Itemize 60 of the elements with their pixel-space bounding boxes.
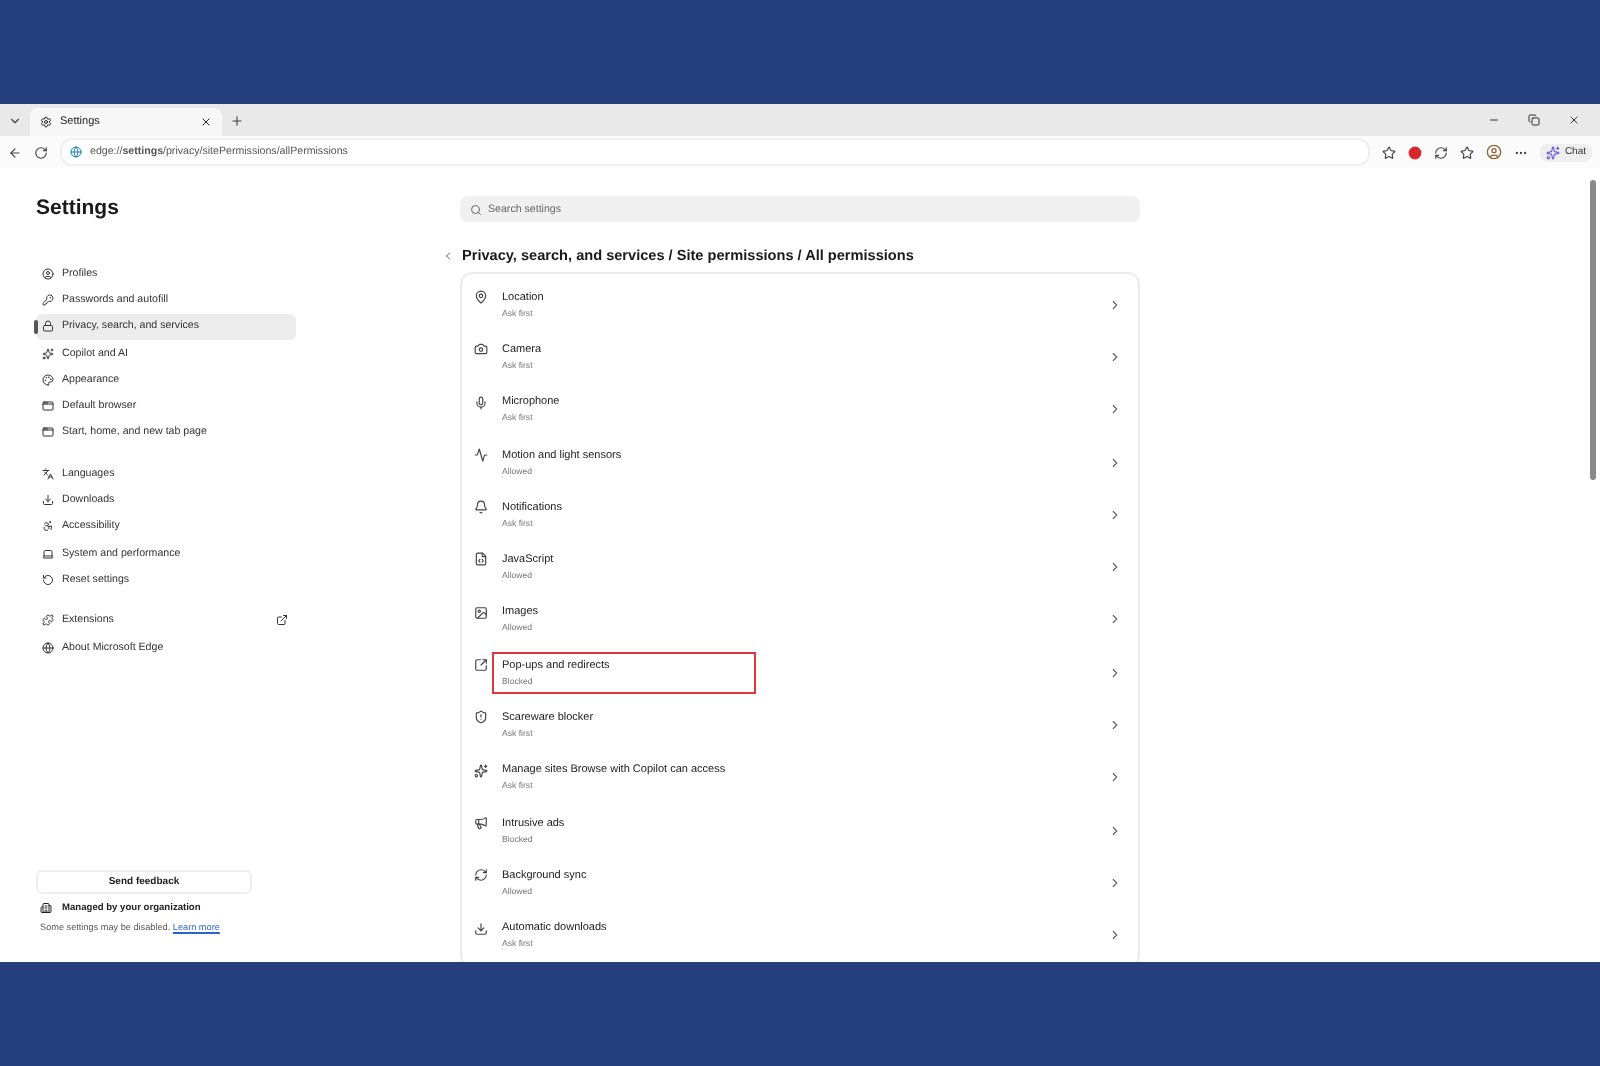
accessibility-icon xyxy=(42,520,54,533)
chevron-right-icon xyxy=(1108,402,1122,417)
sparkle-icon xyxy=(42,347,54,360)
building-icon xyxy=(40,902,52,914)
close-icon[interactable] xyxy=(1568,114,1580,126)
sync-icon xyxy=(474,868,488,883)
star-icon[interactable] xyxy=(1382,145,1397,159)
laptop-icon xyxy=(42,547,54,560)
chevron-right-icon xyxy=(1108,770,1122,785)
globe-icon xyxy=(70,146,82,158)
chevron-right-icon xyxy=(1108,349,1122,364)
globe-icon xyxy=(42,641,54,653)
new-tab-icon[interactable] xyxy=(230,113,244,127)
refresh-icon[interactable] xyxy=(34,145,48,159)
bell-icon xyxy=(474,500,488,515)
reset-icon xyxy=(42,573,54,586)
gear-icon xyxy=(40,116,52,128)
close-tab-icon[interactable] xyxy=(200,116,212,128)
lock-icon xyxy=(42,320,54,333)
scrollbar[interactable] xyxy=(1590,180,1596,480)
chevron-right-icon xyxy=(1108,455,1122,470)
puzzle-icon xyxy=(42,614,54,627)
download-icon xyxy=(42,494,54,507)
sparkle-icon xyxy=(474,763,488,778)
chevron-right-icon xyxy=(1108,612,1122,627)
sparkle-icon xyxy=(1546,145,1561,159)
minimize-icon[interactable] xyxy=(1488,114,1500,126)
chevron-right-icon xyxy=(1108,560,1122,575)
code-file-icon xyxy=(474,552,488,567)
location-icon xyxy=(474,290,488,304)
extension-badge-icon[interactable] xyxy=(1408,145,1423,159)
chevron-right-icon xyxy=(1108,928,1122,943)
page-title: Settings xyxy=(36,196,121,220)
megaphone-icon xyxy=(474,815,488,830)
chevron-right-icon xyxy=(1108,823,1122,838)
restore-icon[interactable] xyxy=(1528,114,1540,126)
microphone-icon xyxy=(474,395,488,410)
profile-avatar-icon[interactable] xyxy=(1486,144,1503,160)
chevron-right-icon xyxy=(1108,507,1122,522)
popup-icon xyxy=(474,658,488,673)
key-icon xyxy=(42,293,54,306)
chevron-right-icon xyxy=(1108,875,1122,890)
chevron-right-icon xyxy=(1108,665,1122,680)
download-icon xyxy=(474,921,488,936)
favorites-icon[interactable] xyxy=(1460,145,1475,159)
window-icon xyxy=(42,400,54,413)
pulse-icon xyxy=(474,447,488,462)
extension-icon[interactable] xyxy=(1434,145,1449,159)
chevron-right-icon xyxy=(1108,718,1122,733)
language-icon xyxy=(42,467,54,480)
search-icon xyxy=(470,203,482,215)
profile-icon xyxy=(42,267,54,280)
image-icon xyxy=(474,605,488,620)
chevron-right-icon xyxy=(1108,297,1122,312)
tab-list-icon[interactable] xyxy=(8,113,22,127)
window-icon xyxy=(42,426,54,439)
shield-icon xyxy=(474,710,488,725)
palette-icon xyxy=(42,373,54,386)
back-icon[interactable] xyxy=(8,145,22,159)
camera-icon xyxy=(474,342,488,357)
